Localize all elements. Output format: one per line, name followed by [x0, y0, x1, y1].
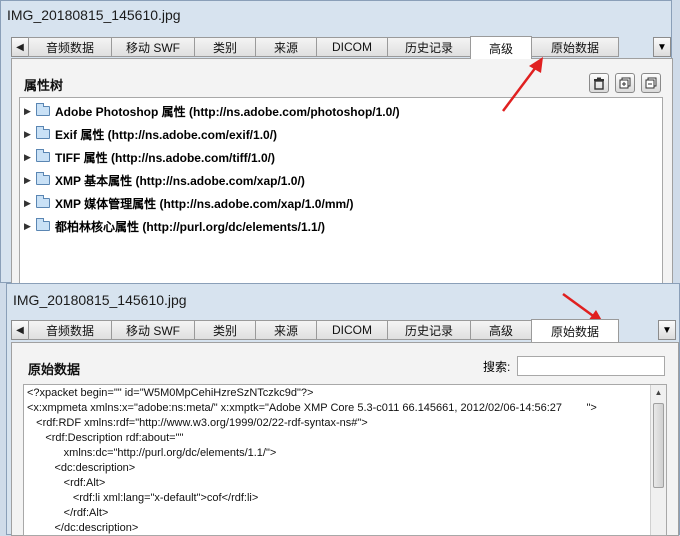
- tab-strip: ◀ 音频数据 移动 SWF 类别 来源 DICOM 历史记录 高级 原始数据: [11, 319, 619, 342]
- tree-item-exif[interactable]: ▶ Exif 属性 (http://ns.adobe.com/exif/1.0/): [24, 124, 277, 144]
- raw-line: <rdf:li xml:lang="x-default">cof</rdf:li…: [27, 492, 259, 504]
- tab-categories[interactable]: 类别: [194, 320, 256, 340]
- raw-line: <dc:description>: [27, 462, 136, 474]
- tab-origin[interactable]: 来源: [255, 37, 317, 57]
- raw-data-text-area[interactable]: <?xpacket begin="" id="W5M0MpCehiHzreSzN…: [23, 384, 667, 536]
- tab-list-dropdown-button[interactable]: ▼: [653, 37, 671, 57]
- properties-window-advanced: IMG_20180815_145610.jpg ◀ 音频数据 移动 SWF 类别…: [0, 0, 673, 284]
- tab-mobile-swf[interactable]: 移动 SWF: [111, 320, 195, 340]
- tab-audio-data[interactable]: 音频数据: [28, 320, 112, 340]
- tab-scroll-left-button[interactable]: ◀: [11, 320, 29, 340]
- tab-advanced[interactable]: 高级: [470, 36, 532, 59]
- expand-arrow-icon[interactable]: ▶: [24, 152, 36, 163]
- expand-arrow-icon[interactable]: ▶: [24, 221, 36, 232]
- raw-line: <rdf:Alt>: [27, 477, 106, 489]
- expand-arrow-icon[interactable]: ▶: [24, 129, 36, 140]
- tab-history[interactable]: 历史记录: [387, 320, 471, 340]
- tab-scroll-left-button[interactable]: ◀: [11, 37, 29, 57]
- raw-line: <?xpacket begin="" id="W5M0MpCehiHzreSzN…: [27, 387, 314, 399]
- raw-line: <rdf:Description rdf:about="": [27, 432, 184, 444]
- scroll-up-arrow-icon[interactable]: ▲: [651, 385, 666, 400]
- tree-item-xmp-media-management[interactable]: ▶ XMP 媒体管理属性 (http://ns.adobe.com/xap/1.0…: [24, 193, 353, 213]
- collapse-all-icon: [645, 77, 657, 89]
- tree-item-tiff[interactable]: ▶ TIFF 属性 (http://ns.adobe.com/tiff/1.0/): [24, 147, 275, 167]
- collapse-all-button[interactable]: [641, 73, 661, 93]
- trash-icon: [594, 77, 604, 90]
- tab-origin[interactable]: 来源: [255, 320, 317, 340]
- raw-line: </rdf:Alt>: [27, 507, 109, 519]
- search-input[interactable]: [517, 356, 665, 376]
- scroll-thumb[interactable]: [653, 403, 664, 488]
- folder-icon: [36, 103, 50, 116]
- search-label: 搜索:: [483, 360, 511, 374]
- expand-all-button[interactable]: [615, 73, 635, 93]
- tree-item-dublin-core[interactable]: ▶ 都柏林核心属性 (http://purl.org/dc/elements/1.…: [24, 216, 325, 236]
- section-title-property-tree: 属性树: [24, 78, 64, 93]
- tab-strip: ◀ 音频数据 移动 SWF 类别 来源 DICOM 历史记录 高级 原始数据: [11, 36, 619, 59]
- callout-arrow-advanced-tab: [502, 57, 543, 112]
- properties-window-raw-data: IMG_20180815_145610.jpg ◀ 音频数据 移动 SWF 类别…: [6, 283, 680, 536]
- vertical-scrollbar[interactable]: ▲: [650, 385, 666, 535]
- expand-arrow-icon[interactable]: ▶: [24, 106, 36, 117]
- tree-item-xmp-basic[interactable]: ▶ XMP 基本属性 (http://ns.adobe.com/xap/1.0/): [24, 170, 305, 190]
- tab-mobile-swf[interactable]: 移动 SWF: [111, 37, 195, 57]
- tab-dicom[interactable]: DICOM: [316, 37, 388, 57]
- tab-history[interactable]: 历史记录: [387, 37, 471, 57]
- tab-dicom[interactable]: DICOM: [316, 320, 388, 340]
- raw-line: <rdf:RDF xmlns:rdf="http://www.w3.org/19…: [27, 417, 368, 429]
- expand-arrow-icon[interactable]: ▶: [24, 175, 36, 186]
- tab-list-dropdown-button[interactable]: ▼: [658, 320, 676, 340]
- folder-icon: [36, 149, 50, 162]
- folder-icon: [36, 126, 50, 139]
- folder-icon: [36, 195, 50, 208]
- window-title: IMG_20180815_145610.jpg: [7, 7, 181, 23]
- tree-item-photoshop[interactable]: ▶ Adobe Photoshop 属性 (http://ns.adobe.com…: [24, 101, 400, 121]
- raw-line: xmlns:dc="http://purl.org/dc/elements/1.…: [27, 447, 277, 459]
- tab-categories[interactable]: 类别: [194, 37, 256, 57]
- expand-all-icon: [619, 77, 631, 89]
- tab-raw-data[interactable]: 原始数据: [531, 37, 619, 57]
- property-tree: ▶ Adobe Photoshop 属性 (http://ns.adobe.com…: [19, 97, 663, 284]
- tab-audio-data[interactable]: 音频数据: [28, 37, 112, 57]
- folder-icon: [36, 172, 50, 185]
- delete-button[interactable]: [589, 73, 609, 93]
- window-title: IMG_20180815_145610.jpg: [13, 292, 187, 308]
- tab-advanced[interactable]: 高级: [470, 320, 532, 340]
- raw-line: </dc:description>: [27, 522, 139, 534]
- folder-icon: [36, 218, 50, 231]
- section-title-raw-data: 原始数据: [28, 362, 81, 377]
- tab-raw-data[interactable]: 原始数据: [531, 319, 619, 342]
- expand-arrow-icon[interactable]: ▶: [24, 198, 36, 209]
- raw-line: <x:xmpmeta xmlns:x="adobe:ns:meta/" x:xm…: [27, 402, 597, 414]
